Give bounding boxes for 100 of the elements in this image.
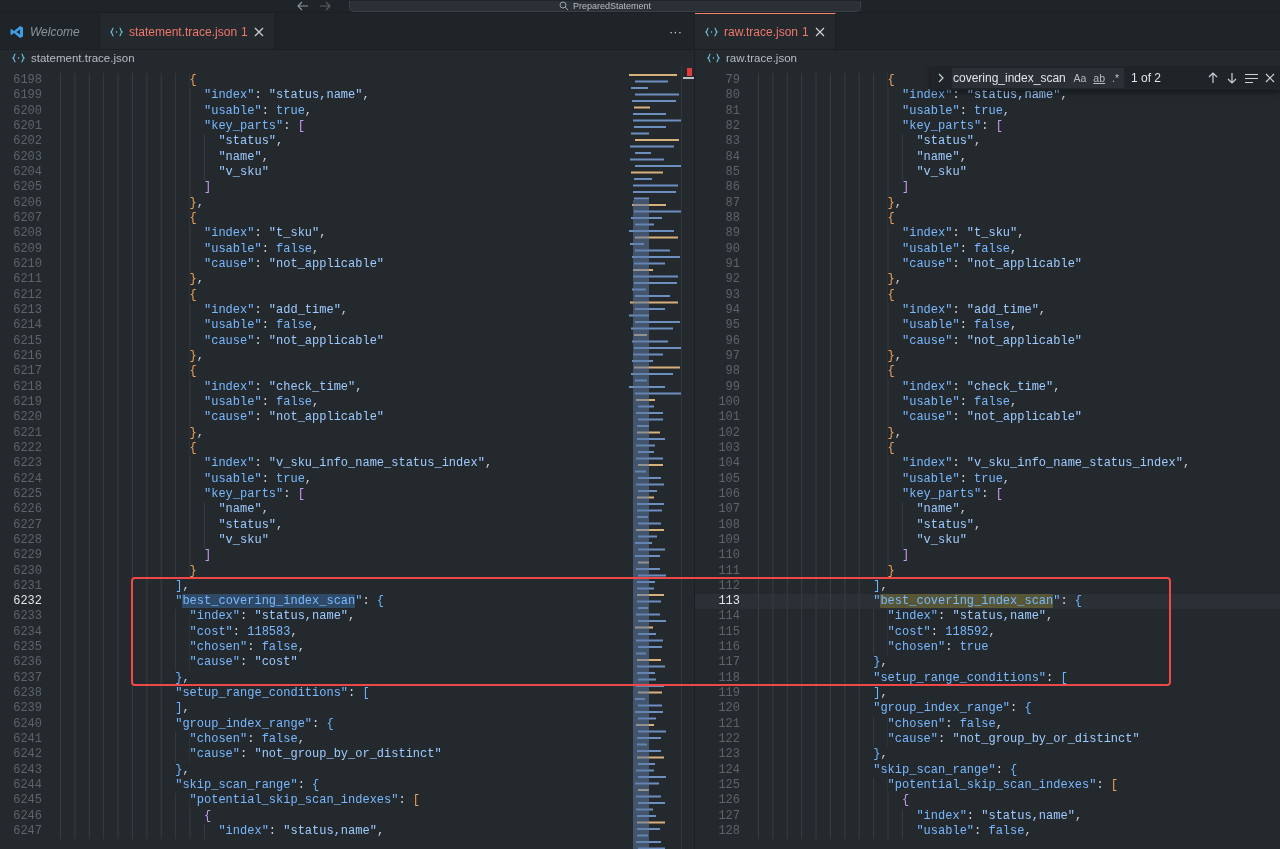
line-number: 6245 — [12, 793, 42, 809]
line-number: 6224 — [12, 471, 42, 487]
breadcrumb-item[interactable]: statement.trace.json — [31, 52, 135, 64]
code-line: "setup_range_conditions": [ — [60, 686, 370, 702]
line-number: 94 — [724, 302, 740, 319]
line-number: 6247 — [12, 824, 42, 840]
close-icon[interactable] — [1265, 73, 1275, 83]
code-line: }, — [60, 425, 204, 441]
line-number: 80 — [724, 88, 740, 104]
line-number: 6240 — [12, 716, 42, 733]
code-line: "index": "v_sku_info_name_status_index", — [60, 456, 493, 472]
line-number: 92 — [724, 272, 740, 288]
line-number: 6241 — [12, 732, 42, 748]
line-number: 6198 — [12, 73, 42, 89]
line-number: 79 — [724, 73, 740, 89]
close-icon[interactable] — [253, 26, 264, 37]
code-line: "chosen": false, — [60, 640, 305, 656]
code-line: "index": "status,name", — [758, 808, 1083, 825]
line-number: 6207 — [12, 210, 42, 227]
code-line: "potential_skip_scan_indexes": [ — [758, 778, 1119, 794]
back-arrow-icon[interactable] — [297, 1, 309, 11]
editor-tab[interactable]: statement.trace.json 1 — [100, 13, 275, 49]
chevron-right-icon[interactable] — [937, 72, 945, 84]
code-line: "cause": "not_applicable" — [758, 410, 1083, 426]
find-option-toggle[interactable]: .* — [1111, 72, 1120, 84]
arrow-up-icon[interactable] — [1207, 72, 1219, 84]
code-line: "cost": 118592, — [758, 624, 996, 641]
code-line: "skip_scan_range": { — [758, 762, 1018, 779]
line-number: 96 — [724, 333, 740, 349]
code-line: { — [758, 440, 895, 457]
line-number: 90 — [724, 241, 740, 257]
more-actions-button[interactable]: ··· — [669, 23, 682, 39]
code-line: { — [60, 287, 197, 303]
line-number: 6203 — [12, 149, 42, 165]
code-line: ] — [60, 548, 212, 564]
line-number: 6235 — [12, 640, 42, 656]
line-number: 6223 — [12, 456, 42, 472]
line-number: 6212 — [12, 287, 42, 303]
json-braces-icon — [707, 53, 720, 63]
line-number: 6205 — [12, 180, 42, 196]
command-center-search[interactable]: PreparedStatement — [349, 0, 861, 12]
code-line: }, — [60, 762, 190, 779]
editor-tab[interactable]: raw.trace.json 1 — [695, 13, 836, 49]
find-field[interactable]: covering_index_scan Aa ab .* — [952, 68, 1124, 88]
line-number: 103 — [717, 440, 740, 457]
line-number: 6218 — [12, 379, 42, 395]
line-number: 85 — [724, 164, 740, 181]
line-number: 93 — [724, 287, 740, 303]
code-line: "index": "status,name", — [758, 609, 1054, 625]
code-line: }, — [60, 348, 204, 365]
line-number: 114 — [717, 609, 740, 625]
find-option-toggle[interactable]: Aa — [1072, 72, 1088, 84]
code-line: "chosen": false, — [758, 716, 1003, 733]
line-number: 6230 — [12, 563, 42, 579]
vscode-logo-icon — [10, 24, 24, 39]
json-braces-icon — [110, 26, 123, 37]
code-line: { — [60, 440, 197, 457]
find-option-toggle[interactable]: ab — [1092, 72, 1106, 84]
line-number: 127 — [717, 808, 740, 825]
json-braces-icon — [705, 26, 718, 37]
code-line: { — [60, 808, 212, 825]
code-line: "v_sku" — [60, 164, 269, 181]
line-number: 6239 — [12, 701, 42, 717]
breadcrumb-item[interactable]: raw.trace.json — [726, 52, 797, 64]
code-line: "cause": "not_group_by_or_distinct" — [758, 732, 1140, 748]
code-line: "cause": "not_applicable" — [758, 256, 1083, 273]
close-icon[interactable] — [814, 26, 825, 37]
code-line: "cost": 118583, — [60, 624, 298, 641]
cursor-marker — [683, 77, 694, 79]
line-number: 6243 — [12, 762, 42, 779]
line-number: 6237 — [12, 670, 42, 687]
line-number: 87 — [724, 195, 740, 211]
find-in-selection-icon[interactable] — [1245, 72, 1258, 84]
code-line: { — [758, 793, 910, 809]
line-number: 125 — [717, 778, 740, 794]
line-number: 6217 — [12, 364, 42, 380]
line-number: 119 — [717, 686, 740, 702]
code-line: "cause": "not_applicable" — [60, 410, 385, 426]
line-number: 120 — [717, 701, 740, 717]
code-line: }, — [758, 272, 902, 288]
line-number: 122 — [717, 732, 740, 748]
line-number: 6228 — [12, 532, 42, 549]
code-line: }, — [758, 348, 902, 365]
line-number: 6213 — [12, 302, 42, 319]
error-marker — [687, 68, 692, 76]
code-line: "group_index_range": { — [60, 716, 334, 733]
line-number: 99 — [724, 379, 740, 395]
code-line: "cause": "not_applicable" — [60, 333, 385, 349]
code-line: { — [60, 210, 197, 227]
line-number: 6201 — [12, 119, 42, 135]
code-line: "v_sku" — [758, 164, 967, 181]
arrow-down-icon[interactable] — [1226, 72, 1238, 84]
line-number: 6222 — [12, 440, 42, 457]
line-number: 101 — [717, 410, 740, 426]
code-line: ] — [60, 180, 212, 196]
line-number: 6226 — [12, 502, 42, 518]
line-number: 6215 — [12, 333, 42, 349]
code-line: }, — [758, 195, 902, 211]
code-line: "key_parts": [ — [758, 486, 1003, 503]
code-line: "index": "status,name", — [60, 88, 370, 104]
